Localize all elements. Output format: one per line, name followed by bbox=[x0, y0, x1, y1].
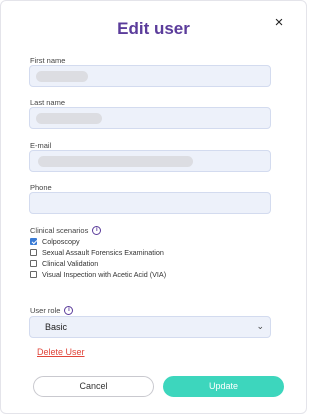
delete-user-link[interactable]: Delete User bbox=[37, 347, 85, 357]
user-role-select[interactable]: Basic ⌄ bbox=[29, 316, 271, 338]
checkbox-clinical-validation[interactable]: Clinical Validation bbox=[30, 259, 98, 268]
checkbox-colposcopy[interactable]: Colposcopy bbox=[30, 237, 80, 246]
last-name-label: Last name bbox=[30, 98, 66, 107]
user-role-value: Basic bbox=[45, 322, 68, 332]
checkbox-via[interactable]: Visual Inspection with Acetic Acid (VIA) bbox=[30, 270, 166, 279]
checkbox-checked-icon[interactable] bbox=[30, 238, 37, 245]
update-button[interactable]: Update bbox=[163, 376, 284, 397]
info-icon[interactable]: i bbox=[92, 226, 102, 235]
first-name-field[interactable] bbox=[29, 65, 271, 87]
checkbox-icon[interactable] bbox=[30, 271, 37, 278]
edit-user-dialog: Edit user × First name Last name E-mail … bbox=[0, 0, 307, 414]
clinical-scenarios-label: Clinical scenarios i bbox=[30, 226, 102, 235]
first-name-label: First name bbox=[30, 56, 66, 65]
redacted-value bbox=[38, 156, 193, 167]
close-icon[interactable]: × bbox=[271, 15, 287, 31]
clinical-scenarios-text: Clinical scenarios bbox=[30, 226, 89, 235]
dialog-title: Edit user bbox=[117, 19, 190, 38]
checkbox-icon[interactable] bbox=[30, 249, 37, 256]
checkbox-icon[interactable] bbox=[30, 260, 37, 267]
phone-label: Phone bbox=[30, 183, 52, 192]
chevron-down-icon: ⌄ bbox=[256, 321, 264, 331]
checkbox-label: Colposcopy bbox=[42, 237, 80, 246]
checkbox-safe[interactable]: Sexual Assault Forensics Examination bbox=[30, 248, 164, 257]
phone-field[interactable] bbox=[29, 192, 271, 214]
info-icon[interactable]: i bbox=[64, 306, 74, 315]
user-role-text: User role bbox=[30, 306, 61, 315]
redacted-value bbox=[36, 71, 88, 82]
cancel-button[interactable]: Cancel bbox=[33, 376, 154, 397]
email-field[interactable] bbox=[29, 150, 271, 172]
email-label: E-mail bbox=[30, 141, 52, 150]
user-role-label: User role i bbox=[30, 306, 74, 315]
checkbox-label: Clinical Validation bbox=[42, 259, 99, 268]
last-name-field[interactable] bbox=[29, 107, 271, 129]
checkbox-label: Visual Inspection with Acetic Acid (VIA) bbox=[42, 270, 167, 279]
redacted-value bbox=[36, 113, 102, 124]
checkbox-label: Sexual Assault Forensics Examination bbox=[42, 248, 164, 257]
